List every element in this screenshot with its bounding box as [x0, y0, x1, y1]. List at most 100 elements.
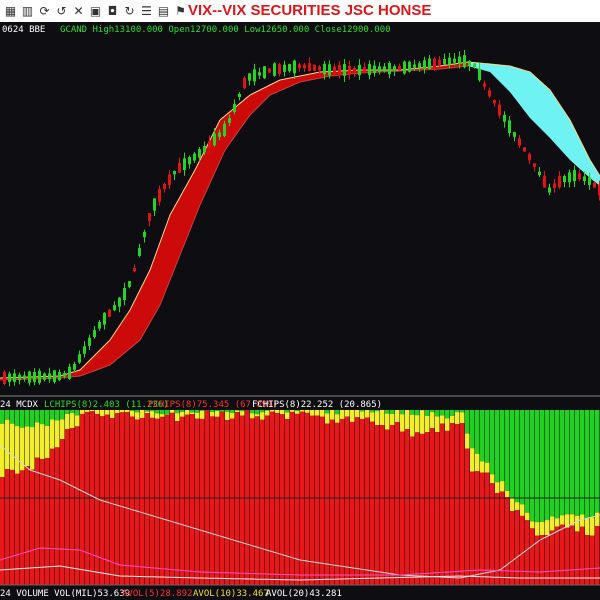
candle-body — [73, 363, 76, 370]
candle-body — [568, 172, 571, 183]
undo-icon[interactable]: ↺ — [55, 4, 68, 18]
pchips-bar — [10, 469, 15, 585]
pchips-bar — [580, 526, 585, 585]
fchips-bar — [250, 413, 255, 419]
refresh-icon[interactable]: ↻ — [123, 4, 136, 18]
lchips-bar — [510, 410, 515, 498]
candle-body — [538, 171, 541, 176]
lchips-bar — [285, 410, 290, 413]
pchips-bar — [0, 477, 5, 585]
pchips-bar — [455, 424, 460, 585]
pchips-bar — [460, 423, 465, 585]
fchips-bar — [45, 425, 50, 458]
candle-body — [3, 371, 6, 385]
bar-chart-icon[interactable]: ▥ — [21, 4, 34, 18]
pchips-bar — [430, 428, 435, 585]
fchips-bar — [480, 461, 485, 473]
lchips-bar — [35, 410, 40, 423]
lchips-bar — [70, 410, 75, 413]
gcand-label: GCAND High13100.000 Open12700.000 Low126… — [60, 25, 391, 35]
candle-body — [223, 123, 226, 137]
candle-body — [8, 373, 11, 382]
fchips-bar — [295, 411, 300, 414]
pchips-bar — [395, 422, 400, 585]
lchips-bar — [10, 410, 15, 424]
candle-body — [53, 370, 56, 383]
camera-icon[interactable]: ▣ — [89, 4, 102, 18]
pchips-bar — [520, 515, 525, 585]
candle-body — [293, 60, 296, 74]
fchips-bar — [590, 517, 595, 536]
pchips-bar — [325, 423, 330, 585]
fchips-bar — [545, 520, 550, 536]
lchips-bar — [130, 410, 135, 411]
lchips-bar — [460, 410, 465, 413]
fchips-bar — [115, 410, 120, 414]
lchips-bar — [555, 410, 560, 519]
lchips-bar — [545, 410, 550, 521]
pchips-bar — [125, 412, 130, 585]
lchips-bar — [240, 410, 245, 412]
fchips-bar — [585, 518, 590, 536]
fchips-bar — [485, 462, 490, 473]
fchips-bar — [225, 411, 230, 421]
fchips-bar — [170, 410, 175, 413]
chart-area: 0624 BBE GCAND High13100.000 Open12700.0… — [0, 22, 600, 600]
pchips-bar — [345, 416, 350, 585]
lchips-bar — [515, 410, 520, 503]
candle-body — [273, 63, 276, 76]
tools-icon[interactable]: ✕ — [72, 4, 85, 18]
candle-body — [283, 64, 286, 72]
mcdx-label: 24 MCDX — [0, 400, 39, 410]
lchips-bar — [175, 410, 180, 414]
briefcase-icon[interactable]: ◘ — [106, 4, 119, 18]
list-icon[interactable]: ☰ — [140, 4, 153, 18]
candle-body — [353, 68, 356, 72]
fchips-bar — [70, 412, 75, 429]
fchips-bar — [80, 410, 85, 414]
fchips-bar — [475, 453, 480, 472]
candle-body — [148, 213, 151, 221]
fchips-bar — [580, 514, 585, 527]
pchips-bar — [195, 418, 200, 585]
candle-body — [473, 63, 476, 67]
fchips-bar — [465, 433, 470, 449]
fchips-bar — [335, 414, 340, 423]
pchips-bar — [505, 497, 510, 585]
fchips-bar — [275, 410, 280, 414]
candle-body — [378, 66, 381, 72]
fchips-bar — [210, 412, 215, 417]
candle-body — [348, 66, 351, 74]
candle-body — [548, 187, 551, 193]
fchips-bar — [75, 415, 80, 427]
candle-body — [178, 162, 181, 173]
fchips-bar — [510, 497, 515, 512]
sync-icon[interactable]: ⟳ — [38, 4, 51, 18]
document-icon[interactable]: ▤ — [157, 4, 170, 18]
candle-body — [523, 147, 526, 152]
pchips-bar — [485, 472, 490, 585]
pchips-bar — [135, 419, 140, 585]
fchips-bar — [90, 410, 95, 412]
candle-body — [588, 177, 591, 185]
lchips-bar — [325, 410, 330, 414]
bookmark-icon[interactable]: ⚑ — [174, 4, 187, 18]
candle-body — [463, 55, 466, 68]
pchips-bar — [130, 416, 135, 585]
fchips-bar — [515, 502, 520, 511]
candle-body — [503, 114, 506, 122]
candle-body — [123, 288, 126, 300]
candle-body — [518, 138, 521, 146]
candle-body — [303, 64, 306, 69]
pchips-bar — [465, 448, 470, 585]
fchips-bar — [60, 419, 65, 440]
lchips-bar — [180, 410, 185, 412]
candle-body — [213, 133, 216, 146]
candle-body — [253, 69, 256, 82]
lchips-bar — [570, 410, 575, 515]
window-title: VIX--VIX SECURITIES JSC HONSE — [188, 2, 432, 19]
lchips-bar — [590, 410, 595, 518]
fchips-bar — [390, 413, 395, 426]
grid-icon[interactable]: ▦ — [4, 4, 17, 18]
lchips-bar — [195, 410, 200, 413]
